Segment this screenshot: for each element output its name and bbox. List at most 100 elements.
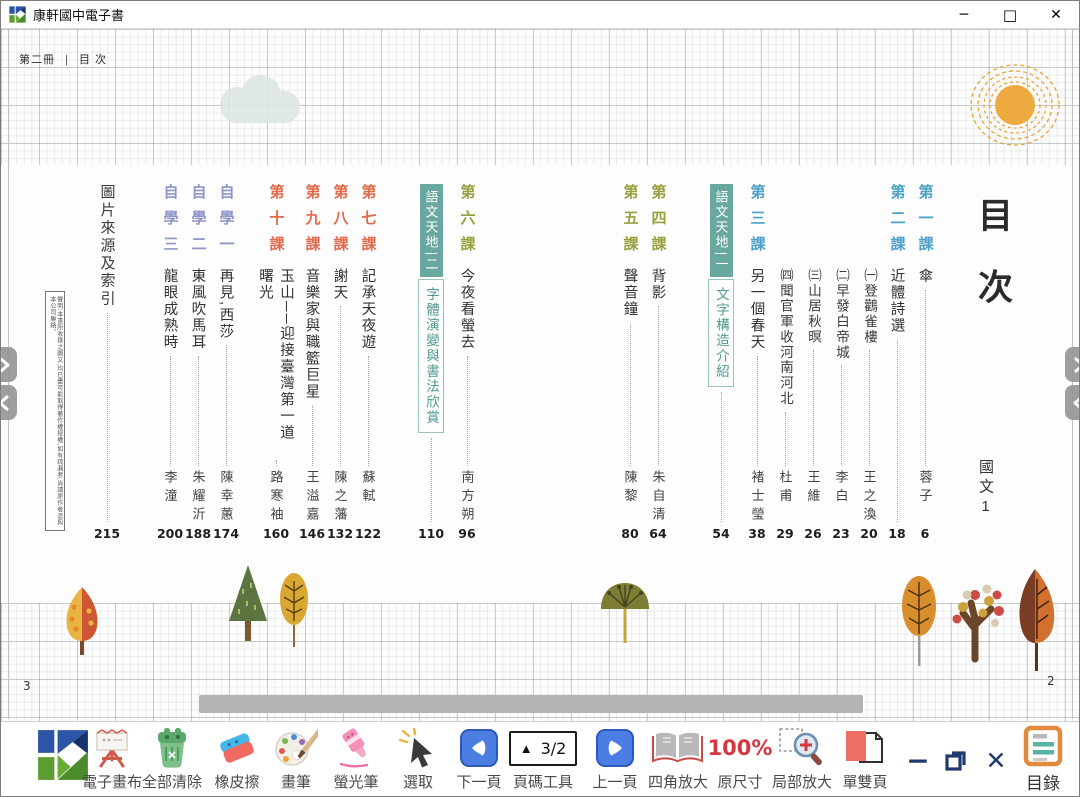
edge-back-button[interactable] (0, 385, 17, 420)
tool-label: 全部清除 (142, 771, 202, 792)
window-minimize-button[interactable]: ─ (941, 1, 987, 28)
toc-entry-title: 字體演變與書法欣賞 (418, 279, 444, 434)
partial-zoom-button[interactable]: 局部放大 (767, 726, 837, 792)
toc-entry-author: 路寒袖 (267, 470, 286, 526)
toc-entry-number-block: 自學二 (188, 184, 209, 268)
page-number-tool[interactable]: ▲ 3/2 頁碼工具 (507, 726, 579, 792)
easel-icon (91, 728, 133, 768)
orange-tree-decoration (899, 574, 939, 680)
dotted-leader (431, 438, 432, 522)
toc-entry-number-block: 自學一 (216, 184, 237, 268)
clear-all-button[interactable]: 全部清除 (137, 726, 207, 792)
toc-entry-page-number: 6 (921, 526, 930, 542)
toc-entry-page-number: 29 (776, 526, 793, 542)
next-page-button[interactable]: 下一頁 (451, 726, 507, 792)
toc-entry-author: 陳黎 (621, 470, 640, 526)
page-mode-icon (844, 728, 886, 768)
chevron-left-icon (0, 394, 11, 412)
toc-entry-author: 陳幸蕙 (217, 470, 236, 526)
toc-entry-title: 謝天 (330, 268, 351, 301)
toc-entry-author: 蘇軾 (359, 470, 378, 526)
yellow-tree-decoration (277, 571, 311, 661)
toc-entry-author: 李白 (832, 470, 851, 526)
app-logo-icon (9, 6, 26, 23)
single-double-page-button[interactable]: 單雙頁 (837, 726, 893, 792)
tool-label: 螢光筆 (333, 771, 378, 792)
tool-label: 橡皮擦 (214, 771, 259, 792)
trash-can-icon (154, 727, 190, 769)
window-maximize-button[interactable]: □ (987, 1, 1033, 28)
edge-forward-button[interactable] (1065, 347, 1080, 382)
toc-entry-page-number: 174 (213, 526, 239, 542)
toc-entry-page-number: 110 (418, 526, 444, 542)
copyright-note: 聲明:本書所收錄之圖文,均已盡可能取得著作權授權,如有疏漏者,尚請原作者逕與本公… (45, 291, 65, 531)
dotted-leader (925, 290, 926, 466)
edge-forward-button[interactable] (0, 347, 17, 382)
toc-entry: 自學二 東風吹馬耳 朱耀沂 188 (184, 184, 212, 542)
special-unit-badge: 語文天地一 (710, 184, 733, 277)
toc-entry-number-block: 第一課 (915, 184, 936, 268)
toc-entry-number: 自學三 (160, 184, 181, 261)
breadcrumb-separator: | (65, 54, 69, 66)
toc-entry-author: 朱耀沂 (189, 470, 208, 526)
window-close-button[interactable]: ✕ (1033, 1, 1079, 28)
tool-label: 畫筆 (281, 771, 311, 792)
copyright-note-text: 聲明:本書所收錄之圖文,均已盡可能取得著作權授權,如有疏漏者,尚請原作者逕與本公… (48, 296, 62, 526)
toc-entry: 自學三 龍眼成熟時 李潼 200 (156, 184, 184, 542)
toc-entry-number: 第四課 (648, 184, 669, 261)
toc-entry-number: 第六課 (457, 184, 478, 261)
toolbar-restore-button[interactable] (939, 744, 973, 776)
toc-entry: 第七課 記承天夜遊 蘇軾 122 (354, 184, 382, 542)
toc-entry: ㈡早發白帝城 李白 23 (827, 184, 855, 542)
toc-entry-title: 龍眼成熟時 (160, 268, 181, 351)
tool-label: 原尺寸 (717, 771, 762, 792)
hundred-percent-icon: 100% (708, 736, 773, 760)
toc-entry-number-block: 語文天地一 (710, 184, 733, 277)
toc-entry: 第二課 近體詩選 18 (883, 184, 911, 542)
subject-label: 國文1 (975, 459, 996, 520)
dotted-leader (897, 339, 898, 522)
toc-entry: 第六課 今夜看螢去 南方朔 96 (453, 184, 481, 542)
toolbar-minimize-button[interactable]: − (901, 744, 935, 776)
pine-tree-decoration (227, 563, 269, 655)
tool-label: 上一頁 (592, 771, 637, 792)
toc-entry-number-block: 自學三 (160, 184, 181, 268)
sun-decoration (967, 57, 1063, 153)
toc-entry-title: 傘 (915, 268, 936, 285)
brush-tool-button[interactable]: 畫筆 (268, 726, 324, 792)
horizontal-scrollbar-thumb[interactable] (199, 695, 863, 713)
toc-entry: 圖片來源及索引 215 (93, 184, 121, 542)
highlighter-icon (333, 727, 379, 769)
toc-entry-page-number: 215 (94, 526, 120, 542)
toc-entry-number-block: 第五課 (620, 184, 641, 268)
toc-entry-title: 記承天夜遊 (358, 268, 379, 351)
previous-page-button[interactable]: 上一頁 (587, 726, 643, 792)
toc-entry: 第十課 玉山──迎接臺灣第一道曙光 路寒袖 160 (262, 184, 290, 542)
dotted-leader (198, 356, 199, 466)
highlighter-tool-button[interactable]: 螢光筆 (325, 726, 387, 792)
original-size-button[interactable]: 100% 原尺寸 (713, 726, 767, 792)
tool-label: 電子畫布 (82, 771, 142, 792)
edge-back-button[interactable] (1065, 385, 1080, 420)
eraser-tool-button[interactable]: 橡皮擦 (206, 726, 268, 792)
corner-zoom-button[interactable]: 四角放大 (643, 726, 713, 792)
tool-label: 頁碼工具 (513, 771, 573, 792)
toc-entry-number: 自學二 (188, 184, 209, 261)
toolbar-close-button[interactable]: ✕ (979, 744, 1013, 776)
table-of-contents-button[interactable]: 目錄 (1015, 724, 1071, 794)
autumn-tree-decoration (1015, 565, 1059, 685)
toc-entry-author: 杜甫 (776, 470, 795, 526)
tool-label: 選取 (403, 771, 433, 792)
toc-entry-page-number: 64 (649, 526, 666, 542)
previous-page-icon (596, 729, 634, 767)
page-number-display[interactable]: ▲ 3/2 (509, 731, 577, 766)
cursor-select-icon (397, 728, 439, 768)
toc-entry-number-block: 第六課 (457, 184, 478, 268)
berry-tree-decoration (949, 577, 1007, 663)
printed-page-number-left: 3 (23, 679, 31, 693)
dotted-leader (785, 412, 786, 466)
book-page-area: 第二冊 | 目 次 目次 國文1 第一課 傘 蓉子 6 (1, 29, 1080, 723)
restore-window-icon (943, 747, 969, 773)
toc-entry-number-block: 語文天地二 (420, 184, 443, 277)
select-tool-button[interactable]: 選取 (391, 726, 445, 792)
